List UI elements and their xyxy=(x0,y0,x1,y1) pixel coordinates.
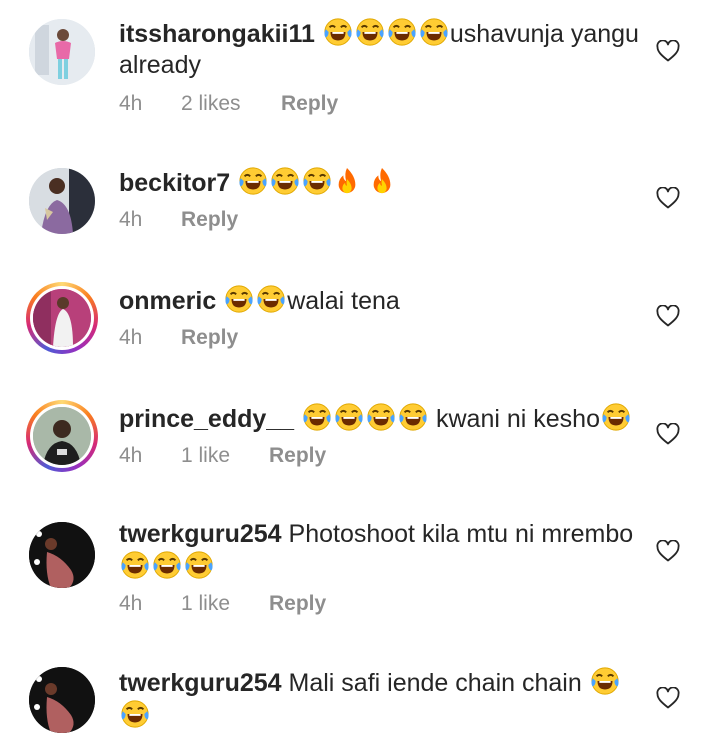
like-heart-icon[interactable] xyxy=(656,187,680,209)
comment-likes-count[interactable]: 1 like xyxy=(181,592,269,616)
fire-emoji-icon xyxy=(369,166,395,196)
comment-username[interactable]: prince_eddy__ xyxy=(119,405,294,433)
reply-button[interactable]: Reply xyxy=(269,444,326,468)
emoji-group xyxy=(223,287,287,315)
comment-text: itssharongakii11 ushavunja yangu already xyxy=(119,17,639,81)
comment-meta: 4h Reply xyxy=(119,326,238,350)
comment-time: 4h xyxy=(119,592,143,615)
avatar xyxy=(33,289,91,347)
laugh-emoji-icon xyxy=(302,402,332,432)
like-heart-icon[interactable] xyxy=(656,305,680,327)
laugh-emoji-icon xyxy=(601,402,631,432)
comment-meta: 4h 2 likes Reply xyxy=(119,92,338,116)
comment-text: onmeric walai tena xyxy=(119,284,639,317)
avatar xyxy=(33,407,91,465)
like-heart-icon[interactable] xyxy=(656,687,680,709)
laugh-emoji-icon xyxy=(334,402,364,432)
comment-username[interactable]: twerkguru254 xyxy=(119,669,282,697)
reply-button[interactable]: Reply xyxy=(281,92,338,116)
avatar[interactable] xyxy=(26,16,98,88)
like-heart-icon[interactable] xyxy=(656,540,680,562)
comment-time: 4h xyxy=(119,208,143,231)
reply-button[interactable]: Reply xyxy=(269,592,326,616)
emoji-group xyxy=(237,169,396,197)
avatar[interactable] xyxy=(26,519,98,591)
laugh-emoji-icon xyxy=(590,666,620,696)
comment-time: 4h xyxy=(119,326,143,349)
like-heart-icon[interactable] xyxy=(656,423,680,445)
laugh-emoji-icon xyxy=(419,17,449,47)
laugh-emoji-icon xyxy=(224,284,254,314)
comment-username[interactable]: itssharongakii11 xyxy=(119,20,315,48)
laugh-emoji-icon xyxy=(270,166,300,196)
laugh-emoji-icon xyxy=(120,550,150,580)
reply-button[interactable]: Reply xyxy=(181,326,238,350)
comment-username[interactable]: twerkguru254 xyxy=(119,520,282,548)
comment-username[interactable]: beckitor7 xyxy=(119,169,230,197)
comment-text: twerkguru254 Photoshoot kila mtu ni mrem… xyxy=(119,519,639,583)
comment-text: beckitor7 xyxy=(119,166,639,199)
emoji-group xyxy=(301,405,429,433)
laugh-emoji-icon xyxy=(323,17,353,47)
laugh-emoji-icon xyxy=(355,17,385,47)
like-heart-icon[interactable] xyxy=(656,40,680,62)
avatar[interactable] xyxy=(26,664,98,736)
avatar-story-ring[interactable] xyxy=(26,282,98,354)
comment-body-text: Mali safi iende chain chain xyxy=(288,669,589,697)
comment-body-text: kwani ni kesho xyxy=(429,405,600,433)
laugh-emoji-icon xyxy=(387,17,417,47)
laugh-emoji-icon xyxy=(302,166,332,196)
comment-meta: 4h 1 like Reply xyxy=(119,444,326,468)
laugh-emoji-icon xyxy=(152,550,182,580)
laugh-emoji-icon xyxy=(256,284,286,314)
comment-time: 4h xyxy=(119,444,143,467)
laugh-emoji-icon xyxy=(120,699,150,729)
laugh-emoji-icon xyxy=(398,402,428,432)
comment-body-text: Photoshoot kila mtu ni mrembo xyxy=(288,520,634,548)
avatar[interactable] xyxy=(26,165,98,237)
comment-username[interactable]: onmeric xyxy=(119,287,216,315)
fire-emoji-icon xyxy=(334,166,360,196)
reply-button[interactable]: Reply xyxy=(181,208,238,232)
laugh-emoji-icon xyxy=(184,550,214,580)
comment-likes-count[interactable]: 1 like xyxy=(181,444,269,468)
avatar-story-ring[interactable] xyxy=(26,400,98,472)
comment-text: prince_eddy__ kwani ni kesho xyxy=(119,402,639,435)
emoji-group xyxy=(322,20,450,48)
emoji-group xyxy=(119,553,215,581)
laugh-emoji-icon xyxy=(238,166,268,196)
comment-text: twerkguru254 Mali safi iende chain chain xyxy=(119,666,639,732)
comment-body-text: walai tena xyxy=(287,287,400,315)
comment-time: 4h xyxy=(119,92,143,115)
comment-likes-count[interactable]: 2 likes xyxy=(181,92,281,116)
comment-meta: 4h 1 like Reply xyxy=(119,592,326,616)
laugh-emoji-icon xyxy=(366,402,396,432)
comment-meta: 4h Reply xyxy=(119,208,238,232)
